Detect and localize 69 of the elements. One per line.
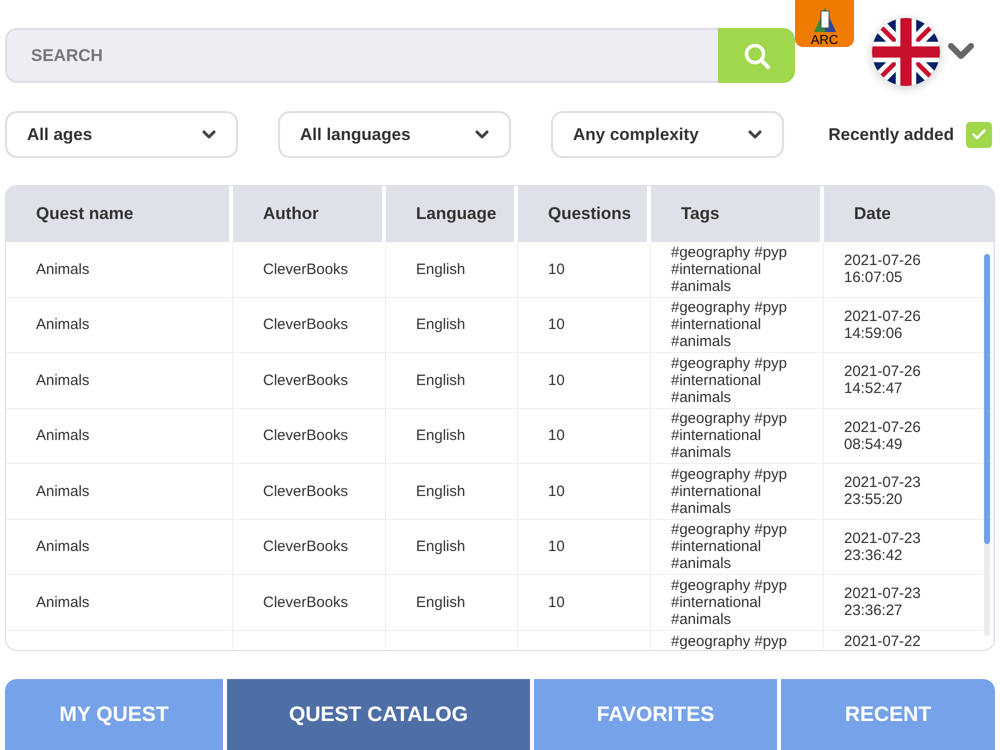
filter-dropdown[interactable]: All languages	[278, 111, 511, 158]
filter-dropdown[interactable]: Any complexity	[551, 111, 784, 158]
table-cell: English	[416, 538, 466, 556]
table-cell: English	[416, 482, 466, 500]
table-cell-text: #geography #pyp #international #animals	[671, 244, 788, 295]
table-cell: 10	[548, 372, 565, 389]
table-cell-text: #geography #pyp #international #animals	[671, 299, 788, 350]
table-cell: CleverBooks	[263, 594, 348, 611]
chevron-down-icon	[748, 130, 762, 140]
table-cell: Animals	[36, 316, 90, 334]
uk-flag-icon[interactable]	[872, 18, 940, 86]
chevron-down-icon	[946, 42, 976, 62]
table-cell: 10	[548, 482, 565, 500]
filter-dropdown[interactable]: All ages	[5, 111, 238, 158]
table-cell: Animals	[36, 538, 90, 556]
table-cell-text: 2021-07-26 16:07:05	[844, 252, 922, 286]
table-cell: English	[416, 316, 466, 334]
column-header[interactable]: Tags	[651, 186, 824, 242]
search-field[interactable]: SEARCH	[5, 28, 718, 83]
column-header[interactable]: Language	[386, 186, 518, 242]
table-cell-text: 2021-07-23 23:36:42	[844, 530, 922, 564]
table-cell-text: #geography #pyp #international #animals	[671, 466, 788, 517]
search-button[interactable]	[718, 28, 795, 83]
column-header[interactable]: Quest name	[6, 186, 233, 242]
chevron-down-icon	[475, 130, 489, 140]
recently-added-checkbox[interactable]	[966, 122, 992, 148]
table-cell: 10	[548, 316, 565, 334]
app-logo[interactable]: ARC	[795, 0, 854, 47]
logo-text: ARC	[810, 33, 838, 46]
table-cell: 10	[548, 260, 565, 278]
table-cell: Animals	[36, 260, 90, 278]
table-cell: English	[416, 372, 466, 389]
checkbox-label: Recently added	[828, 124, 954, 146]
table-cell: English	[416, 427, 466, 444]
table-cell: 10	[548, 427, 565, 444]
chevron-down-icon	[202, 130, 216, 140]
table-cell-text: #geography #pyp #international #animals	[671, 521, 788, 572]
table-cell-text: #geography #pyp #international #animals	[671, 354, 788, 406]
table-cell: CleverBooks	[263, 482, 348, 500]
table-cell: CleverBooks	[263, 372, 348, 389]
table-cell: Animals	[36, 372, 90, 389]
table-cell-text: 2021-07-26 08:54:49	[844, 418, 922, 453]
table-cell: Animals	[36, 482, 90, 500]
table-cell-text: #geography #pyp #international #animals	[671, 410, 788, 462]
table-cell: CleverBooks	[263, 538, 348, 556]
table-cell-text: #geography #pyp	[671, 632, 788, 650]
table-cell: English	[416, 594, 466, 611]
table-cell-text: 2021-07-26 14:59:06	[844, 308, 922, 342]
table-cell: Animals	[36, 427, 90, 444]
table-cell-text: 2021-07-26 14:52:47	[844, 363, 922, 398]
table-cell-text: #geography #pyp #international #animals	[671, 576, 788, 628]
column-header[interactable]: Author	[233, 186, 386, 242]
scrollbar[interactable]	[984, 254, 990, 636]
table-cell: CleverBooks	[263, 316, 348, 334]
table-cell-text: 2021-07-22	[844, 632, 922, 650]
table-cell: English	[416, 260, 466, 278]
table-cell: CleverBooks	[263, 427, 348, 444]
table-cell: 10	[548, 538, 565, 556]
tablet-triangle-icon	[812, 7, 836, 33]
nav-tab[interactable]: QUEST CATALOG	[227, 679, 530, 750]
table-cell-text: 2021-07-23 23:36:27	[844, 585, 922, 620]
checkmark-icon	[972, 129, 986, 140]
table-cell: CleverBooks	[263, 260, 348, 278]
column-header[interactable]: Questions	[518, 186, 651, 242]
table-cell-text: 2021-07-23 23:55:20	[844, 474, 922, 508]
table-cell: 10	[548, 594, 565, 611]
table-cell: Animals	[36, 594, 90, 611]
search-icon	[742, 42, 770, 70]
column-header[interactable]: Date	[824, 186, 994, 242]
